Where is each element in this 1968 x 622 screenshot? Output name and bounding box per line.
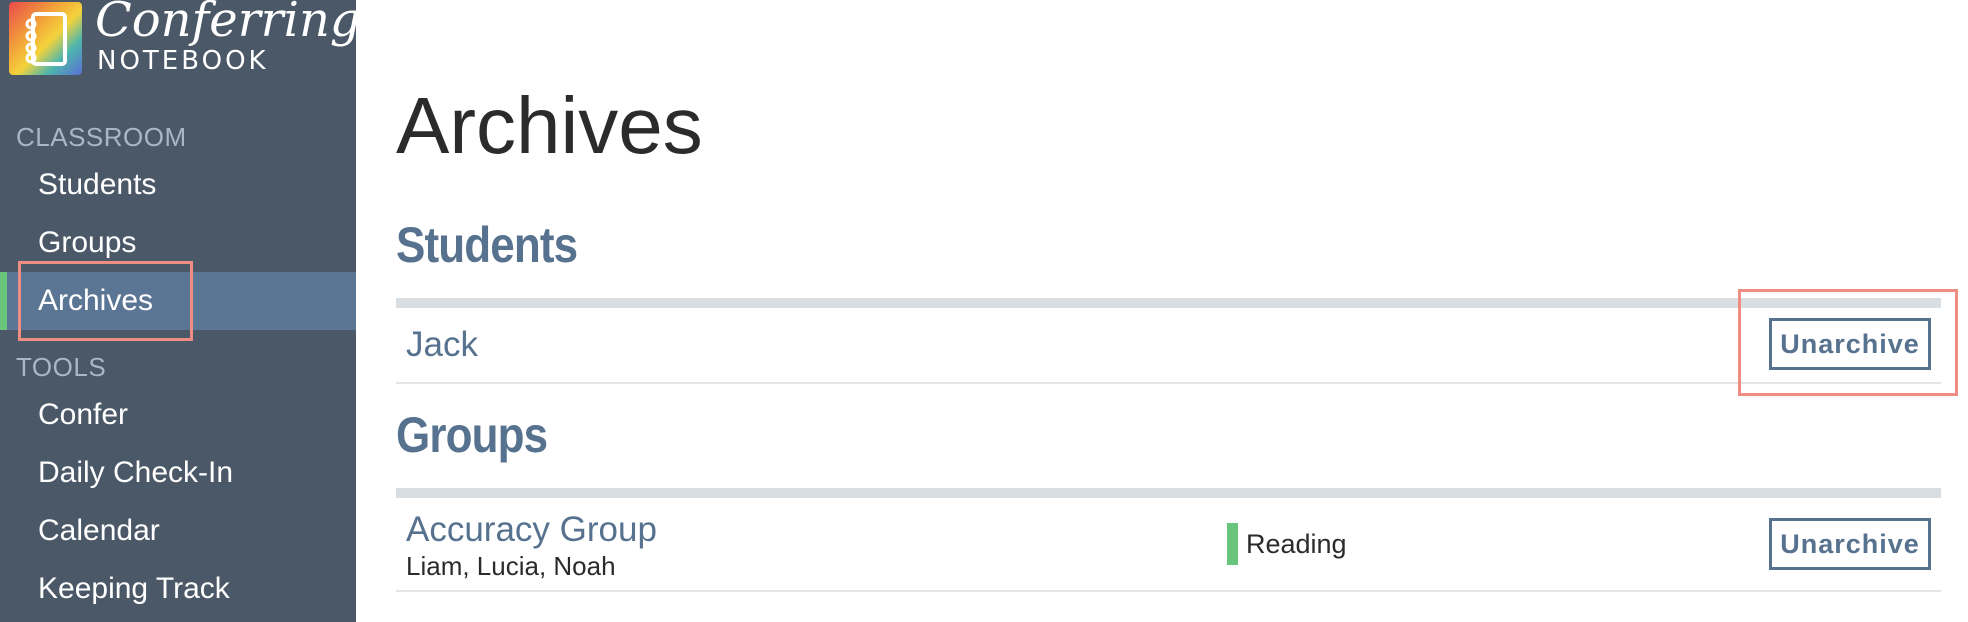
sidebar-item-label: Confer (38, 398, 129, 431)
sidebar: Conferring NOTEBOOK CLASSROOM Students G… (0, 0, 361, 622)
unarchive-student-button[interactable]: Unarchive (1769, 318, 1931, 370)
logo-text-conferring: Conferring (95, 0, 361, 48)
notebook-icon (9, 2, 82, 75)
sidebar-item-daily-check-in[interactable]: Daily Check-In (0, 444, 356, 502)
sidebar-item-label: Archives (38, 284, 154, 317)
subject-tag: Reading (1227, 523, 1347, 565)
sidebar-item-keeping-track[interactable]: Keeping Track (0, 560, 356, 618)
page-title: Archives (396, 81, 703, 170)
table-row: Accuracy Group Liam, Lucia, Noah Reading… (396, 498, 1941, 592)
sidebar-item-label: Keeping Track (38, 572, 230, 605)
sidebar-item-label: Students (38, 168, 157, 201)
subject-color-bar (1227, 523, 1238, 565)
group-members: Liam, Lucia, Noah (406, 551, 616, 581)
sidebar-item-students[interactable]: Students (0, 156, 356, 214)
students-table-header (396, 298, 1941, 308)
sidebar-item-confer[interactable]: Confer (0, 386, 356, 444)
sidebar-item-label: Daily Check-In (38, 456, 234, 489)
groups-heading: Groups (396, 407, 548, 463)
student-name-link[interactable]: Jack (406, 325, 478, 365)
sidebar-item-label: Calendar (38, 514, 160, 547)
students-heading: Students (396, 217, 578, 273)
table-row: Jack Unarchive (396, 308, 1941, 384)
app-logo[interactable]: Conferring NOTEBOOK (9, 0, 361, 78)
sidebar-item-archives[interactable]: Archives (0, 272, 356, 330)
sidebar-item-calendar[interactable]: Calendar (0, 502, 356, 560)
logo-text-notebook: NOTEBOOK (97, 46, 269, 76)
unarchive-group-button[interactable]: Unarchive (1769, 518, 1931, 570)
sidebar-section-classroom: CLASSROOM (16, 122, 187, 152)
sidebar-item-groups[interactable]: Groups (0, 214, 356, 272)
groups-table-header (396, 488, 1941, 498)
sidebar-item-label: Groups (38, 226, 137, 259)
sidebar-section-tools: TOOLS (16, 352, 107, 382)
subject-label: Reading (1246, 528, 1347, 559)
group-name-link[interactable]: Accuracy Group (406, 510, 657, 550)
